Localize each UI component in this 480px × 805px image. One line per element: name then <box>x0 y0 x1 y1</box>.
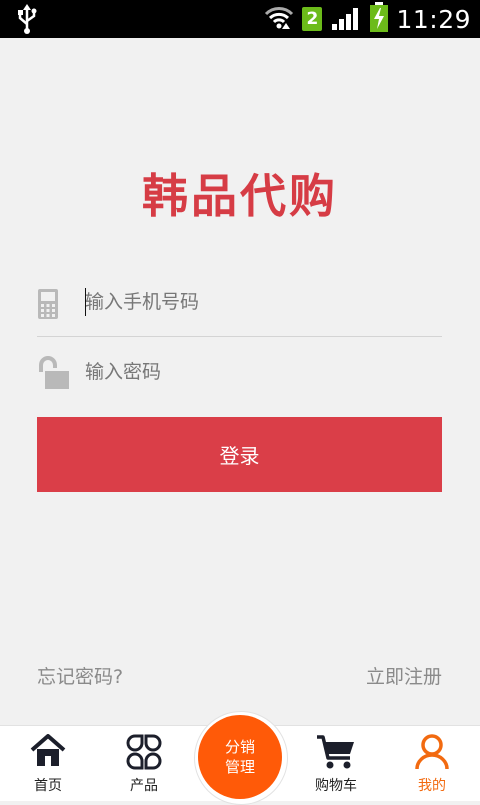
phone-field[interactable] <box>37 270 442 337</box>
cart-icon <box>316 734 356 774</box>
tab-home[interactable]: 首页 <box>0 726 96 801</box>
center-button-line2: 管理 <box>224 758 255 776</box>
password-field[interactable] <box>37 340 442 406</box>
phone-input[interactable] <box>85 284 435 320</box>
brand-title: 韩品代购 <box>142 169 338 223</box>
forgot-password-link[interactable]: 忘记密码? <box>37 662 123 689</box>
signal-icon <box>332 4 362 34</box>
login-button[interactable]: 登录 <box>37 417 442 492</box>
user-icon <box>415 734 449 774</box>
status-clock: 11:29 <box>396 4 471 34</box>
phone-icon <box>37 288 59 324</box>
grid-icon <box>126 734 162 774</box>
battery-charging-icon <box>370 2 389 36</box>
text-cursor <box>85 288 86 316</box>
center-button-line1: 分销 <box>224 738 255 756</box>
tab-cart[interactable]: 购物车 <box>288 726 384 801</box>
wifi-icon <box>264 3 294 35</box>
status-bar: 2 11:29 <box>0 0 480 38</box>
tab-label: 购物车 <box>315 778 357 794</box>
register-link[interactable]: 立即注册 <box>366 662 442 689</box>
tab-products[interactable]: 产品 <box>96 726 192 801</box>
tab-label: 产品 <box>130 778 158 794</box>
tab-mine[interactable]: 我的 <box>384 726 480 801</box>
sim-slot-badge: 2 <box>302 7 323 31</box>
password-input[interactable] <box>85 354 435 390</box>
usb-icon <box>16 4 38 38</box>
unlock-icon <box>37 356 71 394</box>
distribution-management-button[interactable]: 分销 管理 <box>198 715 282 799</box>
tab-label: 首页 <box>34 778 62 794</box>
home-icon <box>30 734 66 772</box>
tab-label: 我的 <box>418 778 446 794</box>
